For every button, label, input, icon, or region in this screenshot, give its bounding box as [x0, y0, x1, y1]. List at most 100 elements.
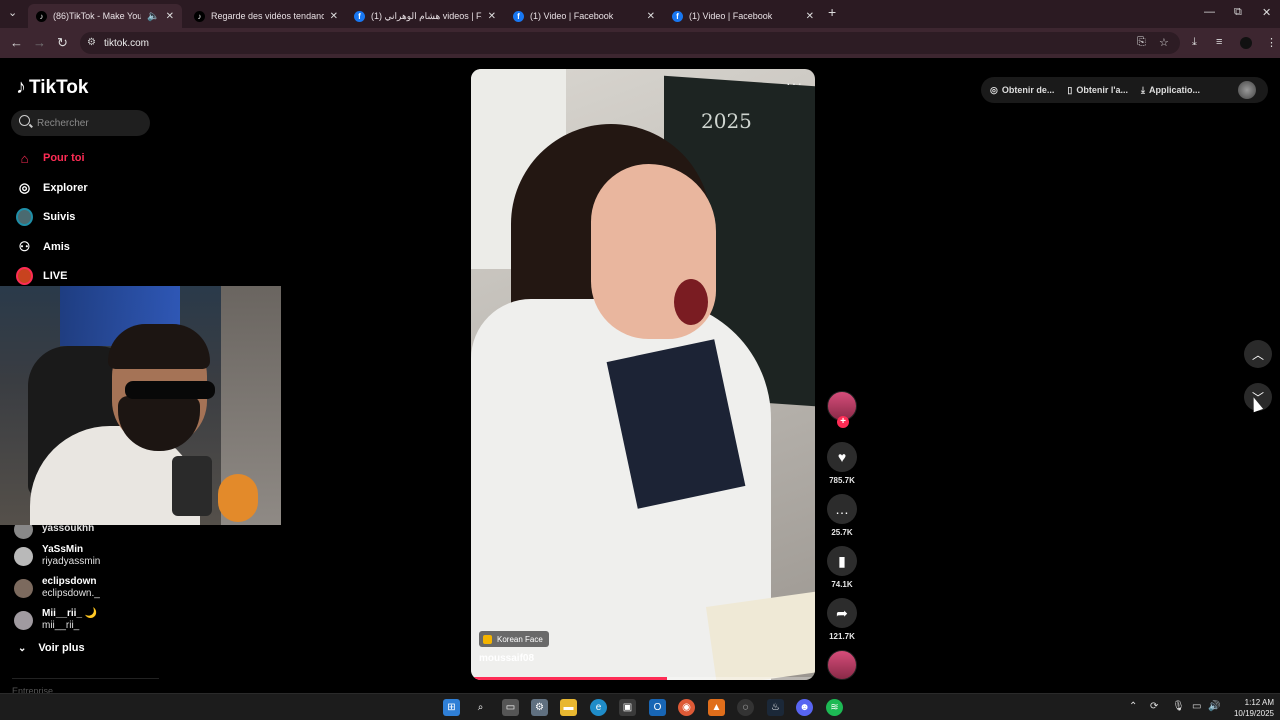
search-placeholder: Rechercher: [37, 117, 89, 129]
sidebar-item-amis[interactable]: ⚇ Amis: [16, 236, 70, 258]
get-app-button[interactable]: ▯ Obtenir l'a...: [1067, 85, 1128, 96]
following-item[interactable]: YaSsMin riyadyassmin: [14, 542, 100, 570]
tab-title: (1) Video | Facebook: [530, 11, 614, 21]
menu-kebab-icon[interactable]: ⋮: [1266, 36, 1277, 49]
download-icon: ⤓: [1140, 84, 1145, 95]
get-coins-button[interactable]: ◎ Obtenir de...: [990, 85, 1054, 96]
like-button[interactable]: ♥ 785.7K: [822, 442, 862, 485]
minimize-button[interactable]: —: [1204, 6, 1215, 18]
video-progress-fill: [471, 677, 668, 680]
close-window-button[interactable]: ✕: [1262, 6, 1271, 19]
new-tab-button[interactable]: +: [828, 4, 836, 20]
discord-icon[interactable]: ☻: [796, 699, 813, 716]
windows-start-icon[interactable]: ⊞: [443, 699, 460, 716]
more-options-icon[interactable]: ···: [786, 75, 803, 91]
following-name: YaSsMin: [42, 544, 84, 555]
search-input[interactable]: Rechercher: [11, 110, 150, 136]
sidebar-item-suivis[interactable]: Suivis: [16, 206, 75, 228]
maximize-button[interactable]: ⧉: [1234, 6, 1242, 19]
sound-disc-button[interactable]: [822, 650, 862, 680]
sound-disc-icon: [827, 650, 857, 680]
install-app-icon[interactable]: ⎘: [1137, 36, 1146, 49]
following-item[interactable]: Mii__rii_ 🌙 mii__rii_: [14, 606, 97, 634]
back-arrow-icon[interactable]: ←: [10, 35, 23, 50]
tab-search-icon[interactable]: ⌄: [8, 6, 17, 19]
close-tab-icon[interactable]: ✕: [330, 11, 338, 22]
browser-tab-2[interactable]: ♪ Regarde des vidéos tendance s ✕: [186, 4, 346, 28]
close-tab-icon[interactable]: ✕: [806, 11, 814, 22]
app-circle-icon[interactable]: ◌: [737, 699, 754, 716]
system-clock[interactable]: 1:12 AM 10/19/2025: [1228, 697, 1274, 719]
webcam-overlay: [0, 286, 281, 525]
edge-browser-icon[interactable]: e: [590, 699, 607, 716]
media-control-icon[interactable]: ≡: [1216, 36, 1222, 48]
forward-arrow-icon[interactable]: →: [33, 35, 46, 50]
sidebar-divider: [12, 678, 159, 679]
outlook-icon[interactable]: O: [649, 699, 666, 716]
clock-time: 1:12 AM: [1244, 698, 1274, 707]
sidebar-item-label: Amis: [43, 241, 70, 253]
sidebar-item-pour-toi[interactable]: ⌂ Pour toi: [16, 147, 85, 169]
volume-icon[interactable]: 🔊: [1208, 701, 1220, 712]
display-icon[interactable]: ▭: [1192, 701, 1201, 712]
download-icon[interactable]: ⤓: [1192, 36, 1197, 49]
close-tab-icon[interactable]: ✕: [647, 11, 655, 22]
effect-icon: [483, 634, 492, 644]
desktop-app-button[interactable]: ⤓ Applicatio...: [1141, 85, 1200, 96]
phone-icon: ▯: [1067, 84, 1073, 95]
spotify-icon[interactable]: ≋: [826, 699, 843, 716]
share-count: 121.7K: [829, 632, 855, 641]
store-icon[interactable]: ▣: [619, 699, 636, 716]
chrome-icon[interactable]: ◉: [678, 699, 695, 716]
bookmark-star-icon[interactable]: ☆: [1159, 36, 1169, 49]
tiktok-logo[interactable]: ♪ TikTok: [16, 76, 88, 99]
sidebar-item-label: Suivis: [43, 211, 76, 223]
tiktok-icon: ♪: [194, 10, 205, 22]
browser-tab-3[interactable]: f (1) هشام الوهراني videos | Faceb ✕: [346, 4, 504, 28]
sync-icon[interactable]: ⟳: [1150, 701, 1158, 712]
effect-tag[interactable]: Korean Face: [479, 631, 549, 647]
close-tab-icon[interactable]: ✕: [488, 11, 496, 22]
tray-overflow-icon[interactable]: ⌃: [1129, 701, 1137, 712]
logo-text: TikTok: [29, 76, 89, 98]
video-progress-bar[interactable]: [471, 677, 815, 680]
creator-avatar-button[interactable]: +: [822, 391, 862, 428]
coin-icon: ◎: [990, 84, 998, 95]
browser-tab-4[interactable]: f (1) Video | Facebook ✕: [505, 4, 663, 28]
reload-icon[interactable]: ↻: [57, 35, 68, 51]
share-button[interactable]: ➦ 121.7K: [822, 598, 862, 641]
browser-tab-1[interactable]: ♪ (86)TikTok - Make Your Day 🔈 ✕: [28, 4, 182, 28]
previous-video-button[interactable]: ︿: [1244, 340, 1272, 368]
see-more-button[interactable]: ⌄ Voir plus: [18, 642, 85, 654]
task-view-icon[interactable]: ▭: [502, 699, 519, 716]
desk-papers: [705, 591, 815, 680]
creator-avatar: +: [827, 391, 857, 428]
chevron-down-icon: ⌄: [18, 642, 27, 654]
close-tab-icon[interactable]: ✕: [166, 11, 174, 22]
sidebar-item-explorer[interactable]: ◎ Explorer: [16, 177, 88, 199]
search-icon[interactable]: ⌕: [472, 699, 489, 716]
streamer-hair: [108, 324, 210, 369]
bookmark-icon: ▮: [827, 546, 857, 576]
browser-tab-5[interactable]: f (1) Video | Facebook ✕: [664, 4, 822, 28]
compass-icon: ◎: [18, 180, 31, 195]
profile-avatar[interactable]: [1238, 81, 1256, 99]
video-author[interactable]: moussaif08: [479, 653, 534, 664]
save-button[interactable]: ▮ 74.1K: [822, 546, 862, 589]
profile-avatar-icon[interactable]: [1240, 37, 1252, 49]
video-player[interactable]: 2025 ··· Korean Face moussaif08: [471, 69, 815, 680]
live-icon: [16, 267, 33, 285]
site-info-icon[interactable]: ⚙: [87, 37, 96, 48]
sidebar-item-live[interactable]: LIVE: [16, 265, 67, 287]
microphone-icon[interactable]: 🎙: [1172, 701, 1185, 712]
speaker-icon[interactable]: 🔈: [147, 11, 159, 22]
file-explorer-icon[interactable]: ▬: [560, 699, 577, 716]
settings-gear-icon[interactable]: ⚙: [531, 699, 548, 716]
steam-icon[interactable]: ♨: [767, 699, 784, 716]
following-item[interactable]: eclipsdown eclipsdown._: [14, 574, 100, 602]
app-triangle-icon[interactable]: ▲: [708, 699, 725, 716]
comment-button[interactable]: … 25.7K: [822, 494, 862, 537]
follow-plus-icon[interactable]: +: [837, 416, 849, 428]
comment-count: 25.7K: [831, 528, 853, 537]
address-bar[interactable]: ⚙ tiktok.com: [80, 32, 1180, 54]
